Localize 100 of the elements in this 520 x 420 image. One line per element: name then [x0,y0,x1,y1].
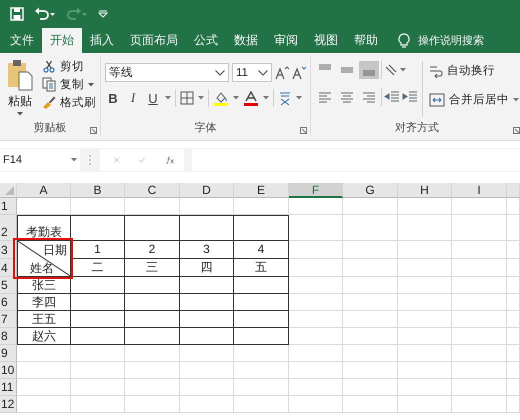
column-header[interactable]: F [289,183,343,198]
dropdown-icon[interactable] [513,98,519,102]
increase-indent-icon[interactable] [402,90,418,104]
fill-color-icon[interactable] [213,90,229,106]
dropdown-icon[interactable] [165,96,171,100]
underline-button[interactable]: U [145,90,161,106]
wrap-text-button[interactable]: 自动换行 [447,63,495,78]
table-cell [507,328,520,345]
dropdown-icon[interactable] [88,82,94,86]
table-cell [343,379,398,396]
column-header[interactable]: B [71,183,125,198]
dropdown-icon[interactable] [296,96,302,100]
dropdown-icon[interactable] [263,96,269,100]
table-cell: 王五 [17,311,71,328]
dropdown-icon[interactable] [198,96,204,100]
wrap-text-icon[interactable] [429,64,443,78]
table-cell [398,328,452,345]
table-cell [507,311,520,328]
scissors-icon [42,59,56,74]
dropdown-icon[interactable] [71,158,77,162]
table-cell [452,259,507,277]
table-cell [343,198,398,215]
table-cell [452,241,507,259]
table-cell [289,277,343,294]
table-cell [289,294,343,311]
column-header[interactable]: C [125,183,180,198]
merge-center-icon[interactable] [429,92,445,106]
borders-icon[interactable] [180,91,194,105]
table-cell [125,345,180,362]
merge-center-button[interactable]: 合并后居中 [449,92,509,107]
paste-button[interactable]: 粘贴 [8,93,32,110]
italic-button[interactable]: I [125,90,141,106]
align-bottom-icon[interactable] [359,61,379,79]
table-cell [289,215,343,241]
ribbon-tab[interactable]: 插入 [82,28,122,53]
column-header[interactable]: G [343,183,398,198]
row-header[interactable]: 5 [0,277,17,294]
row-header[interactable]: 10 [0,362,17,379]
table-cell [71,345,125,362]
cut-button[interactable]: 剪切 [60,59,84,74]
font-size-field[interactable]: 11 [232,63,272,82]
table-cell [17,362,71,379]
row-header[interactable]: 8 [0,328,17,345]
customize-icon[interactable] [98,9,108,19]
row-header[interactable]: 7 [0,311,17,328]
ribbon-tab[interactable]: 审阅 [266,28,306,53]
row-header[interactable]: 2 [0,215,17,241]
decrease-indent-icon[interactable] [384,90,400,104]
decrease-font-size-icon[interactable] [292,66,306,80]
table-cell [398,379,452,396]
table-cell [398,362,452,379]
ribbon-tab[interactable]: 页面布局 [122,28,186,53]
column-header[interactable]: H [398,183,452,198]
table-cell [452,345,507,362]
row-header[interactable]: 1 [0,198,17,215]
dropdown-icon[interactable] [17,112,23,116]
table-cell [180,198,234,215]
column-header[interactable]: E [234,183,289,198]
name-box[interactable]: F14 [0,149,80,171]
phonetic-guide-icon[interactable] [278,90,292,106]
chevron-down-icon[interactable] [215,70,225,76]
font-name-field[interactable]: 等线 [105,63,229,82]
table-cell [507,379,520,396]
table-cell [343,311,398,328]
increase-font-size-icon[interactable] [275,66,289,80]
table-cell [289,241,343,259]
search-hint[interactable]: 操作说明搜索 [418,33,484,48]
table-cell [398,294,452,311]
bold-button[interactable]: B [105,90,121,106]
ribbon-tab[interactable]: 公式 [186,28,226,53]
ribbon-tab[interactable]: 开始 [42,28,82,53]
table-cell [398,311,452,328]
dialog-launcher-icon[interactable] [513,127,520,134]
clipboard-icon[interactable] [7,59,33,91]
table-cell [289,362,343,379]
font-color-icon[interactable] [243,90,259,106]
table-cell [452,362,507,379]
orientation-icon[interactable] [384,63,398,77]
format-painter-button[interactable]: 格式刷 [60,95,96,110]
dropdown-icon[interactable] [233,96,239,100]
dialog-launcher-icon[interactable] [300,127,307,134]
table-cell [343,396,398,413]
column-header[interactable]: A [17,183,71,198]
row-header[interactable]: 6 [0,294,17,311]
table-cell: 五 [234,259,289,277]
column-header[interactable]: I [452,183,507,198]
ribbon-tab[interactable]: 视图 [306,28,346,53]
chevron-down-icon[interactable] [258,70,268,76]
row-header[interactable]: 12 [0,396,17,413]
dialog-launcher-icon[interactable] [90,127,97,134]
dropdown-icon[interactable] [400,68,406,72]
row-header[interactable]: 9 [0,345,17,362]
row-header[interactable]: 11 [0,379,17,396]
ribbon-tab[interactable]: 文件 [2,28,42,53]
save-icon[interactable] [10,7,24,21]
ribbon-tab[interactable]: 数据 [226,28,266,53]
ribbon-tab[interactable]: 帮助 [346,28,386,53]
undo-icon[interactable] [34,7,56,21]
copy-button[interactable]: 复制 [60,77,84,92]
column-header[interactable]: D [180,183,234,198]
